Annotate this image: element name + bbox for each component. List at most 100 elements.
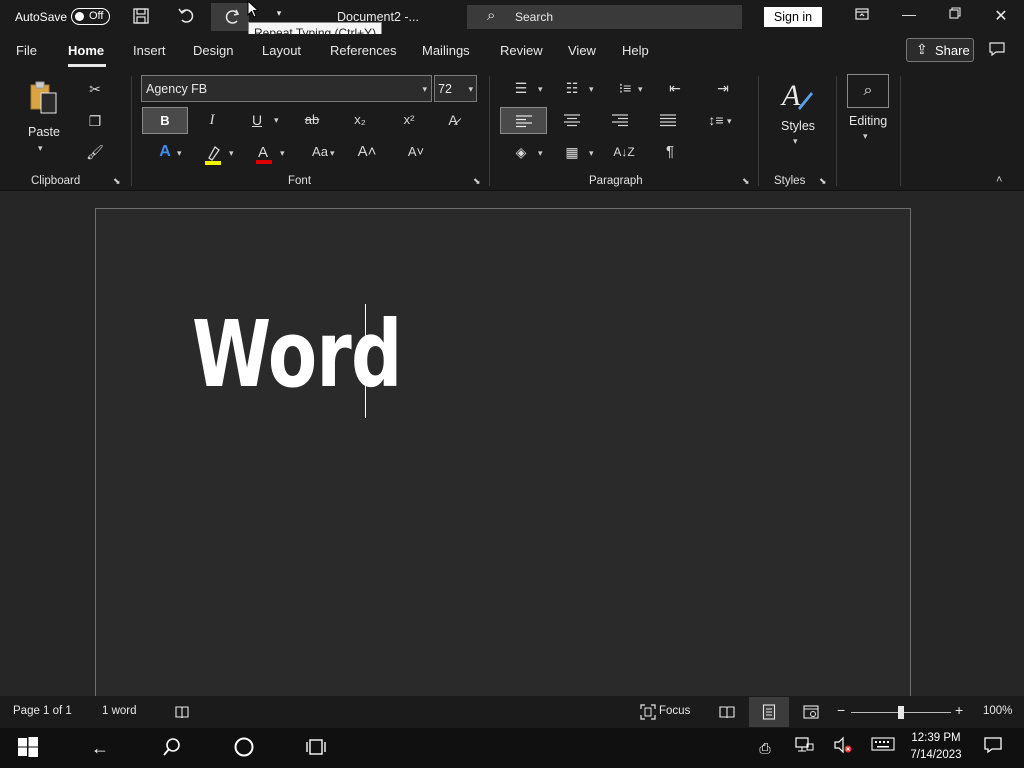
line-spacing-dropdown-icon[interactable]: ▾: [727, 116, 732, 127]
tab-view[interactable]: View: [568, 43, 596, 58]
collapse-ribbon-icon[interactable]: ˄: [996, 174, 1002, 186]
restore-icon[interactable]: [943, 6, 967, 28]
tab-file[interactable]: File: [16, 43, 37, 58]
tab-review[interactable]: Review: [500, 43, 543, 58]
web-layout-icon[interactable]: [803, 705, 819, 719]
text-effects-icon[interactable]: A: [153, 141, 177, 163]
decrease-indent-icon[interactable]: ⇤: [663, 77, 687, 99]
editing-dropdown-icon[interactable]: ▾: [863, 131, 868, 142]
focus-icon[interactable]: [640, 704, 656, 720]
font-name-combobox[interactable]: Agency FB ▾: [141, 75, 432, 102]
superscript-button[interactable]: x²: [397, 109, 421, 131]
multilevel-dropdown-icon[interactable]: ▾: [638, 84, 643, 95]
format-painter-icon[interactable]: 🖌: [83, 141, 107, 163]
highlight-dropdown-icon[interactable]: ▾: [229, 148, 234, 159]
highlight-color-icon[interactable]: [203, 144, 223, 166]
tab-mailings[interactable]: Mailings: [422, 43, 470, 58]
word-count[interactable]: 1 word: [102, 705, 137, 717]
borders-icon[interactable]: ▦: [560, 141, 584, 163]
proofing-icon[interactable]: [174, 704, 190, 720]
print-layout-button[interactable]: [749, 697, 789, 727]
change-case-dropdown-icon[interactable]: ▾: [330, 148, 335, 159]
document-text[interactable]: Word: [192, 300, 402, 410]
clock-date[interactable]: 7/14/2023: [907, 749, 965, 761]
tab-home[interactable]: Home: [68, 43, 104, 58]
autosave-toggle[interactable]: Off: [71, 8, 110, 25]
bullets-dropdown-icon[interactable]: ▾: [538, 84, 543, 95]
underline-dropdown-icon[interactable]: ▾: [274, 115, 279, 126]
zoom-in-icon[interactable]: +: [955, 702, 963, 718]
align-left-button[interactable]: [500, 107, 547, 134]
tab-insert[interactable]: Insert: [133, 43, 166, 58]
sign-in-button[interactable]: Sign in: [764, 7, 822, 27]
tab-layout[interactable]: Layout: [262, 43, 301, 58]
numbering-dropdown-icon[interactable]: ▾: [589, 84, 594, 95]
volume-muted-icon[interactable]: [828, 736, 858, 760]
font-launcher-icon[interactable]: ⬊: [473, 176, 483, 186]
back-arrow-icon[interactable]: ←: [85, 736, 115, 760]
clear-formatting-icon[interactable]: A̷: [441, 109, 465, 131]
show-formatting-marks-icon[interactable]: ¶: [658, 141, 682, 163]
meet-now-icon[interactable]: ⎙: [750, 736, 780, 760]
minimize-icon[interactable]: —: [897, 6, 921, 28]
sort-icon[interactable]: A↓Z: [612, 141, 636, 163]
increase-indent-icon[interactable]: ⇥: [711, 77, 735, 99]
grow-font-icon[interactable]: A˄: [355, 141, 379, 163]
search-box[interactable]: ⌕ Search: [467, 5, 742, 29]
styles-label[interactable]: Styles: [781, 119, 815, 133]
share-button[interactable]: ⇪ Share: [906, 38, 974, 62]
subscript-button[interactable]: x₂: [348, 109, 372, 131]
align-center-icon[interactable]: [563, 113, 581, 127]
paste-label[interactable]: Paste: [28, 125, 60, 139]
multilevel-list-icon[interactable]: ⁝≡: [613, 77, 637, 99]
zoom-out-icon[interactable]: −: [837, 702, 845, 718]
notifications-icon[interactable]: [978, 736, 1008, 760]
font-color-icon[interactable]: A: [254, 142, 274, 166]
styles-icon[interactable]: A: [780, 78, 814, 112]
paragraph-launcher-icon[interactable]: ⬊: [742, 176, 752, 186]
save-icon[interactable]: [130, 7, 152, 29]
italic-button[interactable]: I: [200, 109, 224, 131]
document-page[interactable]: [95, 208, 911, 708]
page-count[interactable]: Page 1 of 1: [13, 705, 72, 717]
clock-time[interactable]: 12:39 PM: [907, 732, 965, 744]
justify-icon[interactable]: [659, 113, 677, 127]
close-icon[interactable]: ✕: [989, 6, 1013, 28]
font-name-dropdown-icon[interactable]: ▾: [422, 84, 427, 95]
tab-help[interactable]: Help: [622, 43, 649, 58]
align-right-icon[interactable]: [611, 113, 629, 127]
shading-dropdown-icon[interactable]: ▾: [538, 148, 543, 159]
bullets-icon[interactable]: ☰: [509, 77, 533, 99]
paste-dropdown-icon[interactable]: ▾: [38, 143, 43, 154]
shading-icon[interactable]: ◈: [509, 141, 533, 163]
borders-dropdown-icon[interactable]: ▾: [589, 148, 594, 159]
ribbon-display-options-icon[interactable]: [850, 6, 874, 28]
shrink-font-icon[interactable]: A˅: [404, 141, 428, 163]
tab-references[interactable]: References: [330, 43, 396, 58]
clipboard-launcher-icon[interactable]: ⬊: [113, 176, 123, 186]
redo-button[interactable]: [211, 3, 249, 31]
font-size-dropdown-icon[interactable]: ▾: [468, 84, 473, 95]
underline-button[interactable]: U: [245, 109, 269, 131]
cut-icon[interactable]: ✂: [83, 78, 107, 100]
text-effects-dropdown-icon[interactable]: ▾: [177, 148, 182, 159]
font-color-dropdown-icon[interactable]: ▾: [280, 148, 285, 159]
windows-start-icon[interactable]: [13, 736, 43, 760]
tab-design[interactable]: Design: [193, 43, 233, 58]
strikethrough-button[interactable]: ab: [300, 109, 324, 131]
task-view-icon[interactable]: [301, 736, 331, 760]
styles-launcher-icon[interactable]: ⬊: [819, 176, 829, 186]
focus-label[interactable]: Focus: [659, 705, 690, 717]
paste-icon[interactable]: [27, 80, 59, 116]
styles-dropdown-icon[interactable]: ▾: [793, 136, 798, 147]
cortana-icon[interactable]: [229, 736, 259, 760]
editing-label[interactable]: Editing: [849, 114, 887, 128]
change-case-button[interactable]: Aa: [308, 141, 332, 163]
font-size-combobox[interactable]: 72 ▾: [434, 75, 477, 102]
find-icon[interactable]: ⌕: [847, 74, 889, 108]
line-spacing-icon[interactable]: ↕≡: [704, 109, 728, 131]
network-icon[interactable]: [789, 736, 819, 760]
numbering-icon[interactable]: ☷: [560, 77, 584, 99]
comments-icon[interactable]: [988, 40, 1006, 62]
copy-icon[interactable]: ❐: [83, 110, 107, 132]
